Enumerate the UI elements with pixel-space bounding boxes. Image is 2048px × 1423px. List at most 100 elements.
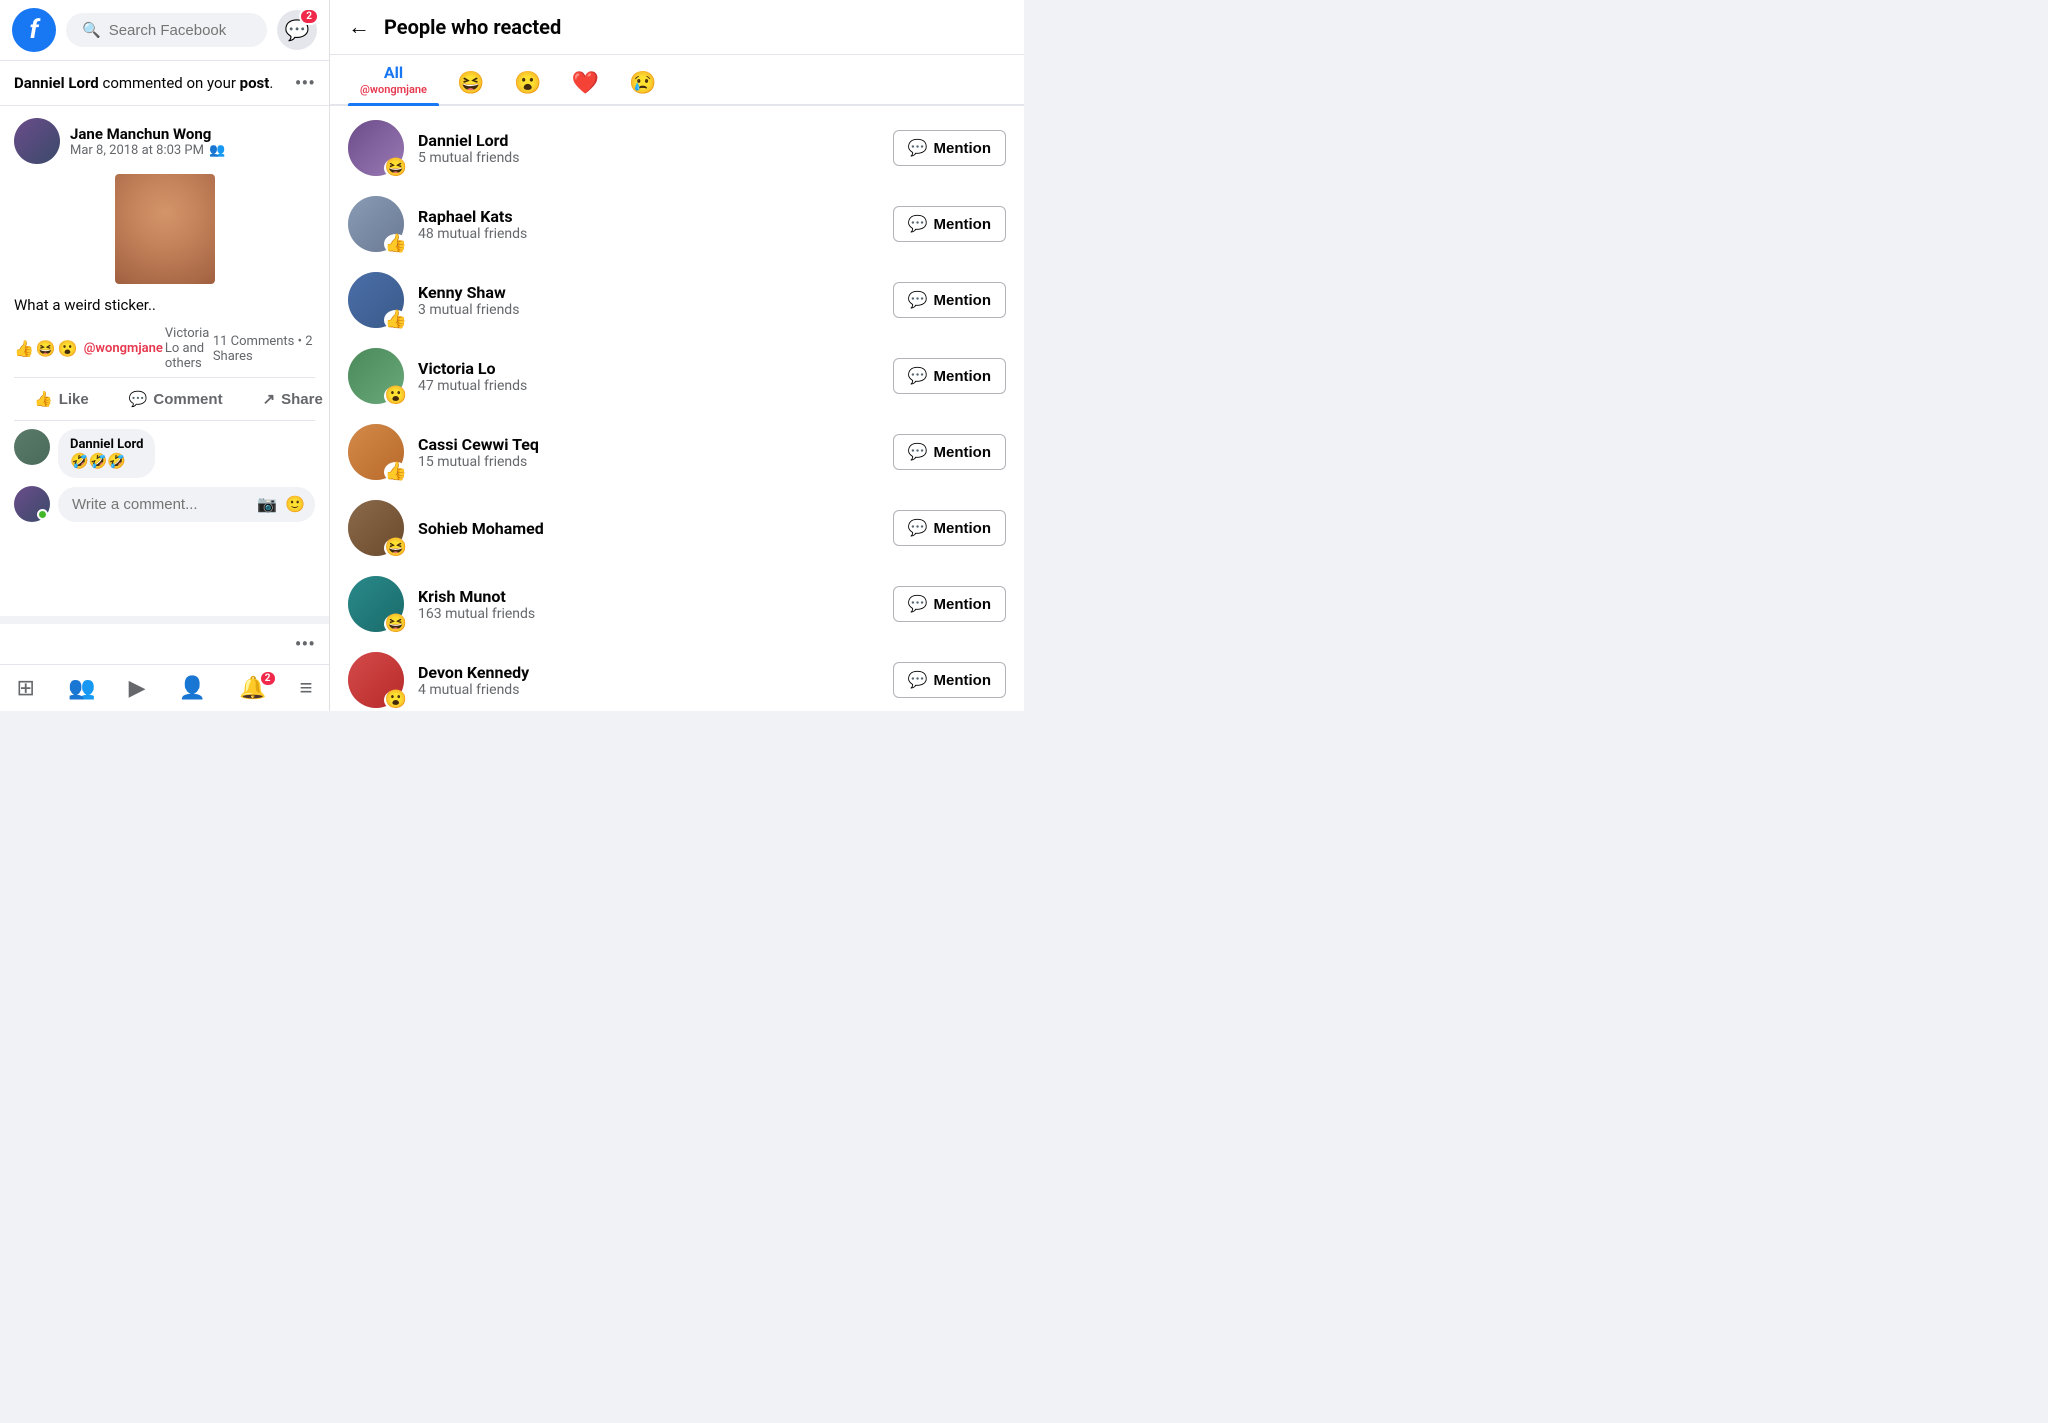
person-avatar[interactable]: 😆 bbox=[348, 576, 404, 632]
person-avatar[interactable]: 👍 bbox=[348, 424, 404, 480]
person-mutual: 163 mutual friends bbox=[418, 606, 879, 622]
nav-home[interactable]: ⊞ bbox=[17, 676, 35, 701]
panel-title: People who reacted bbox=[384, 15, 561, 39]
tab-heart[interactable]: ❤️ bbox=[560, 63, 611, 104]
comment-input-row: 📷 🙂 bbox=[14, 486, 315, 522]
post-image-face bbox=[115, 174, 215, 284]
haha-reaction: 😆 bbox=[36, 339, 56, 358]
tab-haha[interactable]: 😆 bbox=[445, 63, 496, 104]
person-avatar[interactable]: 😮 bbox=[348, 348, 404, 404]
person-avatar[interactable]: 😆 bbox=[348, 120, 404, 176]
like-button[interactable]: 👍 Like bbox=[14, 382, 109, 416]
camera-icon[interactable]: 📷 bbox=[257, 495, 277, 514]
like-icon: 👍 bbox=[34, 390, 53, 408]
person-info: Raphael Kats 48 mutual friends bbox=[418, 207, 879, 242]
comment-button[interactable]: 💬 Comment bbox=[109, 382, 243, 416]
post-author-name[interactable]: Jane Manchun Wong bbox=[70, 125, 225, 143]
comment-input-wrap: 📷 🙂 bbox=[58, 487, 315, 522]
reaction-counts: 11 Comments • 2 Shares bbox=[213, 334, 315, 364]
mention-button[interactable]: 💬 Mention bbox=[893, 586, 1006, 622]
people-list: 😆 Danniel Lord 5 mutual friends 💬 Mentio… bbox=[330, 106, 1024, 711]
profile-icon: 👤 bbox=[179, 676, 206, 701]
notification-text: Danniel Lord commented on your post. bbox=[14, 74, 295, 92]
video-icon: ▶ bbox=[129, 676, 146, 701]
person-avatar[interactable]: 😆 bbox=[348, 500, 404, 556]
person-info: Victoria Lo 47 mutual friends bbox=[418, 359, 879, 394]
person-item: 😮 Devon Kennedy 4 mutual friends 💬 Menti… bbox=[330, 642, 1024, 711]
mention-button[interactable]: 💬 Mention bbox=[893, 358, 1006, 394]
facebook-logo: f bbox=[12, 8, 56, 52]
person-name[interactable]: Raphael Kats bbox=[418, 207, 879, 226]
person-avatar[interactable]: 👍 bbox=[348, 196, 404, 252]
mention-icon: 💬 bbox=[908, 594, 928, 614]
person-avatar[interactable]: 👍 bbox=[348, 272, 404, 328]
nav-friends[interactable]: 👥 bbox=[68, 676, 95, 701]
heart-tab-emoji: ❤️ bbox=[572, 71, 599, 96]
person-mutual: 47 mutual friends bbox=[418, 378, 879, 394]
tab-mention-label: @wongmjane bbox=[360, 83, 427, 96]
like-reaction: 👍 bbox=[14, 339, 34, 358]
messenger-button[interactable]: 💬 2 bbox=[277, 10, 317, 50]
person-item: 👍 Kenny Shaw 3 mutual friends 💬 Mention bbox=[330, 262, 1024, 338]
person-item: 😮 Victoria Lo 47 mutual friends 💬 Mentio… bbox=[330, 338, 1024, 414]
search-bar[interactable]: 🔍 bbox=[66, 13, 267, 47]
person-name[interactable]: Cassi Cewwi Teq bbox=[418, 435, 879, 454]
person-mutual: 4 mutual friends bbox=[418, 682, 879, 698]
nav-menu[interactable]: ≡ bbox=[300, 675, 313, 701]
tab-wow[interactable]: 😮 bbox=[502, 63, 553, 104]
right-header: ← People who reacted bbox=[330, 0, 1024, 55]
mention-icon: 💬 bbox=[908, 670, 928, 690]
mention-button[interactable]: 💬 Mention bbox=[893, 206, 1006, 242]
person-info: Danniel Lord 5 mutual friends bbox=[418, 131, 879, 166]
person-mutual: 3 mutual friends bbox=[418, 302, 879, 318]
notification-actor[interactable]: Danniel Lord bbox=[14, 74, 99, 92]
person-name[interactable]: Danniel Lord bbox=[418, 131, 879, 150]
person-info: Kenny Shaw 3 mutual friends bbox=[418, 283, 879, 318]
post-author-avatar[interactable] bbox=[14, 118, 60, 164]
reaction-users: Victoria Lo and others bbox=[165, 326, 213, 371]
more-options-button[interactable]: ••• bbox=[295, 632, 315, 656]
home-icon: ⊞ bbox=[17, 676, 35, 701]
reaction-mention[interactable]: @wongmjane bbox=[84, 341, 163, 356]
back-button[interactable]: ← bbox=[348, 14, 370, 40]
mention-icon: 💬 bbox=[908, 214, 928, 234]
search-input[interactable] bbox=[109, 22, 251, 39]
share-icon: ↗ bbox=[263, 390, 276, 408]
reaction-tabs: All @wongmjane 😆 😮 ❤️ 😢 bbox=[330, 55, 1024, 106]
person-info: Cassi Cewwi Teq 15 mutual friends bbox=[418, 435, 879, 470]
person-name[interactable]: Krish Munot bbox=[418, 587, 879, 606]
person-name[interactable]: Devon Kennedy bbox=[418, 663, 879, 682]
nav-profile[interactable]: 👤 bbox=[179, 676, 206, 701]
comment-text: 🤣🤣🤣 bbox=[70, 452, 143, 470]
share-button[interactable]: ↗ Share bbox=[243, 382, 329, 416]
emoji-icon[interactable]: 🙂 bbox=[285, 495, 305, 514]
nav-video[interactable]: ▶ bbox=[129, 676, 146, 701]
person-item: 👍 Raphael Kats 48 mutual friends 💬 Menti… bbox=[330, 186, 1024, 262]
person-name[interactable]: Victoria Lo bbox=[418, 359, 879, 378]
person-item: 👍 Cassi Cewwi Teq 15 mutual friends 💬 Me… bbox=[330, 414, 1024, 490]
reaction-emojis: 👍 😆 😮 @wongmjane Victoria Lo and others bbox=[14, 326, 213, 371]
mention-button[interactable]: 💬 Mention bbox=[893, 662, 1006, 698]
comment-author[interactable]: Danniel Lord bbox=[70, 437, 143, 452]
person-mutual: 48 mutual friends bbox=[418, 226, 879, 242]
mention-button[interactable]: 💬 Mention bbox=[893, 434, 1006, 470]
reactions-row: 👍 😆 😮 @wongmjane Victoria Lo and others … bbox=[14, 320, 315, 378]
post-caption: What a weird sticker.. bbox=[14, 296, 315, 314]
person-mutual: 15 mutual friends bbox=[418, 454, 879, 470]
post-time: Mar 8, 2018 at 8:03 PM 👥 bbox=[70, 143, 225, 158]
post-image bbox=[115, 174, 215, 284]
mention-button[interactable]: 💬 Mention bbox=[893, 282, 1006, 318]
nav-notifications[interactable]: 🔔 2 bbox=[239, 676, 266, 701]
notification-more-button[interactable]: ••• bbox=[295, 71, 315, 95]
commenter-avatar[interactable] bbox=[14, 429, 50, 465]
tab-all[interactable]: All @wongmjane bbox=[348, 55, 439, 104]
mention-button[interactable]: 💬 Mention bbox=[893, 510, 1006, 546]
person-avatar[interactable]: 😮 bbox=[348, 652, 404, 708]
tab-sad[interactable]: 😢 bbox=[617, 63, 668, 104]
person-name[interactable]: Kenny Shaw bbox=[418, 283, 879, 302]
notification-bar: Danniel Lord commented on your post. ••• bbox=[0, 61, 329, 106]
mention-icon: 💬 bbox=[908, 442, 928, 462]
person-name[interactable]: Sohieb Mohamed bbox=[418, 519, 879, 538]
notification-post-link[interactable]: post bbox=[240, 74, 270, 92]
mention-button[interactable]: 💬 Mention bbox=[893, 130, 1006, 166]
